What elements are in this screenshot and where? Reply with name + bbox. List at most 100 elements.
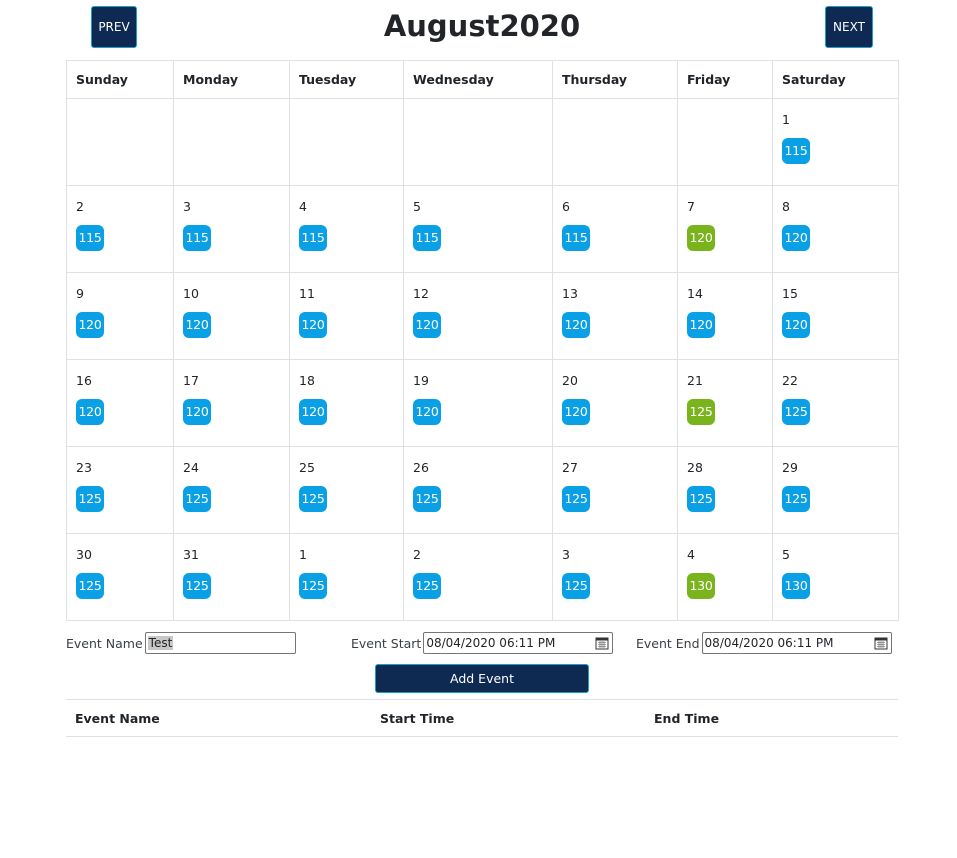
event-badge[interactable]: 120 xyxy=(687,312,715,338)
calendar-day-cell[interactable]: 2 115 xyxy=(66,185,174,273)
event-badge[interactable]: 120 xyxy=(183,312,211,338)
event-badge[interactable]: 125 xyxy=(687,486,715,512)
event-badge[interactable]: 120 xyxy=(687,225,715,251)
day-number: 2 xyxy=(76,199,84,214)
event-badge[interactable]: 115 xyxy=(562,225,590,251)
event-start-input[interactable]: 08/04/2020 06:11 PM xyxy=(423,632,614,654)
event-badge[interactable]: 125 xyxy=(562,486,590,512)
event-badge[interactable]: 115 xyxy=(413,225,441,251)
calendar-day-cell[interactable]: 23 125 xyxy=(66,446,174,534)
event-badge[interactable]: 125 xyxy=(413,486,441,512)
day-number: 12 xyxy=(413,286,429,301)
calendar-day-cell[interactable]: 1 125 xyxy=(289,533,404,621)
event-end-input[interactable]: 08/04/2020 06:11 PM xyxy=(701,632,892,654)
event-badge[interactable]: 125 xyxy=(299,573,327,599)
day-number: 18 xyxy=(299,373,315,388)
calendar-day-cell[interactable]: 31 125 xyxy=(173,533,290,621)
calendar-day-cell[interactable]: 11 120 xyxy=(289,272,404,360)
calendar-day-cell[interactable]: 4 115 xyxy=(289,185,404,273)
day-number: 9 xyxy=(76,286,84,301)
event-badge[interactable]: 125 xyxy=(562,573,590,599)
event-badge[interactable]: 125 xyxy=(782,486,810,512)
calendar-icon[interactable] xyxy=(595,636,609,650)
start-time-header: Start Time xyxy=(371,699,645,737)
calendar-day-cell[interactable]: 4 130 xyxy=(677,533,773,621)
calendar-day-cell[interactable]: 25 125 xyxy=(289,446,404,534)
day-number: 29 xyxy=(782,460,798,475)
event-badge[interactable]: 125 xyxy=(687,399,715,425)
calendar-day-cell[interactable]: 2 125 xyxy=(403,533,553,621)
event-badge[interactable]: 130 xyxy=(687,573,715,599)
day-number xyxy=(299,112,394,128)
calendar-day-cell[interactable]: 18 120 xyxy=(289,359,404,447)
calendar-day-cell[interactable] xyxy=(66,98,174,186)
calendar-day-cell[interactable] xyxy=(677,98,773,186)
calendar-day-cell[interactable]: 15 120 xyxy=(772,272,899,360)
event-badge[interactable]: 115 xyxy=(299,225,327,251)
event-badge[interactable]: 120 xyxy=(76,312,104,338)
calendar-day-cell[interactable]: 8 120 xyxy=(772,185,899,273)
prev-button[interactable]: PREV xyxy=(91,6,137,48)
next-button[interactable]: NEXT xyxy=(825,6,873,48)
event-name-input[interactable]: Test xyxy=(144,632,296,654)
event-badge[interactable]: 120 xyxy=(183,399,211,425)
calendar-day-cell[interactable]: 13 120 xyxy=(552,272,678,360)
calendar-day-cell[interactable]: 30 125 xyxy=(66,533,174,621)
weekday-header: Wednesday xyxy=(403,60,553,99)
event-badge[interactable]: 115 xyxy=(782,138,810,164)
event-badge[interactable]: 120 xyxy=(562,399,590,425)
calendar-day-cell[interactable] xyxy=(552,98,678,186)
event-name-label: Event Name xyxy=(66,635,143,651)
calendar-day-cell[interactable]: 21 125 xyxy=(677,359,773,447)
event-end-group: Event End 08/04/2020 06:11 PM xyxy=(636,632,892,654)
calendar-week-row: 30 125 31 125 1 125 2 125 3 125 4 130 5 130 xyxy=(66,533,899,621)
calendar-day-cell[interactable]: 10 120 xyxy=(173,272,290,360)
add-event-button[interactable]: Add Event xyxy=(375,664,589,693)
calendar-day-cell[interactable]: 26 125 xyxy=(403,446,553,534)
calendar-day-cell[interactable]: 19 120 xyxy=(403,359,553,447)
day-number: 4 xyxy=(687,547,695,562)
day-number: 17 xyxy=(183,373,199,388)
calendar-day-cell[interactable]: 14 120 xyxy=(677,272,773,360)
event-badge[interactable]: 125 xyxy=(76,486,104,512)
event-badge[interactable]: 125 xyxy=(413,573,441,599)
calendar-day-cell[interactable]: 12 120 xyxy=(403,272,553,360)
calendar-day-cell[interactable]: 9 120 xyxy=(66,272,174,360)
event-name-value: Test xyxy=(147,636,174,650)
calendar-day-cell[interactable]: 22 125 xyxy=(772,359,899,447)
event-badge[interactable]: 125 xyxy=(183,573,211,599)
calendar-day-cell[interactable]: 7 120 xyxy=(677,185,773,273)
event-badge[interactable]: 125 xyxy=(183,486,211,512)
calendar-day-cell[interactable]: 27 125 xyxy=(552,446,678,534)
calendar-day-cell[interactable]: 6 115 xyxy=(552,185,678,273)
event-badge[interactable]: 125 xyxy=(76,573,104,599)
calendar-day-cell[interactable]: 29 125 xyxy=(772,446,899,534)
event-badge[interactable]: 130 xyxy=(782,573,810,599)
event-badge[interactable]: 120 xyxy=(562,312,590,338)
calendar-day-cell[interactable] xyxy=(403,98,553,186)
calendar-day-cell[interactable] xyxy=(173,98,290,186)
event-badge[interactable]: 120 xyxy=(299,312,327,338)
event-badge[interactable]: 120 xyxy=(782,225,810,251)
event-badge[interactable]: 120 xyxy=(299,399,327,425)
event-badge[interactable]: 115 xyxy=(76,225,104,251)
event-badge[interactable]: 120 xyxy=(413,399,441,425)
calendar-day-cell[interactable]: 20 120 xyxy=(552,359,678,447)
calendar-day-cell[interactable]: 24 125 xyxy=(173,446,290,534)
calendar-day-cell[interactable]: 1 115 xyxy=(772,98,899,186)
event-badge[interactable]: 125 xyxy=(299,486,327,512)
event-badge[interactable]: 120 xyxy=(76,399,104,425)
calendar-day-cell[interactable]: 17 120 xyxy=(173,359,290,447)
calendar-day-cell[interactable]: 16 120 xyxy=(66,359,174,447)
calendar-day-cell[interactable]: 3 115 xyxy=(173,185,290,273)
calendar-day-cell[interactable]: 28 125 xyxy=(677,446,773,534)
calendar-day-cell[interactable]: 5 115 xyxy=(403,185,553,273)
calendar-day-cell[interactable]: 5 130 xyxy=(772,533,899,621)
event-badge[interactable]: 115 xyxy=(183,225,211,251)
event-badge[interactable]: 120 xyxy=(413,312,441,338)
calendar-day-cell[interactable]: 3 125 xyxy=(552,533,678,621)
calendar-icon[interactable] xyxy=(874,636,888,650)
calendar-day-cell[interactable] xyxy=(289,98,404,186)
event-badge[interactable]: 125 xyxy=(782,399,810,425)
event-badge[interactable]: 120 xyxy=(782,312,810,338)
